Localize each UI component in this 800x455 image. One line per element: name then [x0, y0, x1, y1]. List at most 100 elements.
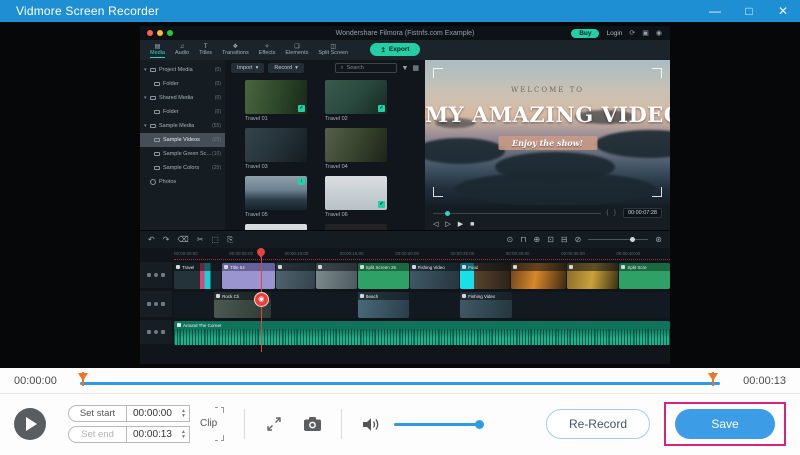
checked-badge-icon: ✓: [298, 105, 305, 112]
tab-label: Titles: [199, 50, 212, 57]
trim-start-handle[interactable]: [78, 373, 88, 381]
audio-clip-label: Around The Corner: [183, 323, 221, 328]
start-time-input[interactable]: 00:00:00 ▲▼: [126, 405, 190, 422]
checked-badge-icon: ✓: [378, 105, 385, 112]
filmora-tabs: ▤ Media ♫ Audio T Titles: [140, 44, 358, 60]
track-type-icon: [147, 330, 151, 334]
clip-label: Fishing Video: [468, 294, 495, 299]
tab-label: Audio: [175, 50, 189, 57]
filmora-tab: T Titles: [199, 44, 212, 60]
video-welcome-text: WELCOME TO: [425, 86, 670, 94]
minimize-button[interactable]: —: [698, 0, 732, 22]
filmora-tab: ❖ Transitions: [222, 44, 249, 60]
sidebar-item: Folder (0): [140, 77, 225, 91]
playback-controls-row: Set start 00:00:00 ▲▼ Set end 00:00:13 ▲…: [0, 394, 800, 454]
set-start-row: Set start 00:00:00 ▲▼: [68, 405, 190, 422]
recording-preview-area: Wondershare Filmora (Fistnfs.com Example…: [0, 22, 800, 368]
export-label: Export: [389, 46, 410, 53]
video-title-text: MY AMAZING VIDEO: [425, 102, 670, 127]
media-item: [325, 224, 387, 230]
timeline-clip: [567, 263, 618, 289]
sidebar-item: Photos: [140, 175, 225, 189]
trim-scrubber[interactable]: [80, 373, 720, 389]
tab-label: Elements: [285, 50, 308, 57]
media-item: [245, 224, 307, 230]
selection-corner-icon: [652, 68, 662, 78]
export-icon: ↥: [380, 46, 385, 54]
trim-end-handle[interactable]: [708, 373, 718, 381]
media-thumbnail: ✓: [325, 80, 387, 114]
item-count: (25): [212, 165, 221, 171]
recorded-filmora-window: Wondershare Filmora (Fistnfs.com Example…: [140, 26, 670, 364]
folder-icon: [154, 82, 160, 87]
timeline-clip: [276, 263, 316, 289]
sidebar-item: ▾ Project Media (0): [140, 63, 225, 77]
maximize-button[interactable]: □: [732, 0, 766, 22]
volume-slider[interactable]: [394, 423, 480, 426]
filmora-timeline: 00:00:00:0000:00:05:0000:00:10:0000:00:1…: [140, 248, 670, 364]
login-link: Login: [606, 30, 622, 37]
sidebar-item-label: Sample Videos: [163, 137, 200, 143]
folder-icon: [154, 138, 160, 143]
stepper-icons[interactable]: ▲▼: [181, 409, 186, 419]
filmora-tab: ✧ Effects: [259, 44, 276, 60]
marker-icon: ⊕: [533, 236, 540, 244]
timeline-clip: [316, 263, 356, 289]
clip-indicator: Clip: [200, 407, 226, 441]
filmora-title-bar: Wondershare Filmora (Fistnfs.com Example…: [140, 26, 670, 40]
ruler-timestamp: 00:00:25:00: [450, 251, 505, 256]
end-time-input[interactable]: 00:00:13 ▲▼: [126, 426, 190, 443]
play-button[interactable]: [14, 408, 46, 440]
checked-badge-icon: ✓: [378, 201, 385, 208]
sidebar-item-label: Folder: [163, 109, 179, 115]
title-bar: Vidmore Screen Recorder — □ ✕: [0, 0, 800, 22]
media-item-label: Travel 02: [325, 114, 387, 124]
stepper-icons[interactable]: ▲▼: [181, 430, 186, 440]
clip-label: Rock Cli: [222, 294, 239, 299]
media-item: ✓ Travel 02: [325, 80, 387, 124]
rerecord-button[interactable]: Re-Record: [546, 409, 650, 439]
record-dropdown: Record ▾: [268, 63, 304, 73]
screenshot-button[interactable]: [301, 413, 323, 435]
close-button[interactable]: ✕: [766, 0, 800, 22]
delete-icon: ⌫: [177, 236, 188, 244]
set-start-button[interactable]: Set start: [68, 405, 126, 422]
media-thumbnail: [245, 128, 307, 162]
lock-icon: [161, 302, 165, 306]
sidebar-item-label: Project Media: [159, 67, 193, 73]
clip-bracket-icon: [215, 407, 224, 413]
lock-icon: [161, 273, 165, 277]
folder-icon: [154, 110, 160, 115]
media-item-label: Travel 01: [245, 114, 307, 124]
window-controls: — □ ✕: [698, 0, 800, 22]
save-button[interactable]: Save: [675, 409, 775, 439]
scrubber-track[interactable]: [80, 382, 720, 385]
folder-icon: [150, 96, 156, 101]
volume-handle[interactable]: [475, 420, 484, 429]
set-end-button[interactable]: Set end: [68, 426, 126, 443]
volume-button[interactable]: [360, 413, 382, 435]
video-track-header: [140, 291, 172, 317]
media-item: Travel 04: [325, 128, 387, 172]
seek-handle: [445, 211, 450, 216]
chevron-down-icon: ▾: [256, 65, 259, 71]
camera-icon: [303, 416, 322, 432]
timeline-clip: Beach: [358, 292, 409, 318]
sidebar-item-label: Sample Green Scre...: [163, 151, 212, 157]
buy-button: Buy: [571, 29, 599, 38]
filmora-media-sidebar: ▾ Project Media (0) Folder (0): [140, 60, 225, 230]
folder-icon: [154, 152, 160, 157]
timeline-toolbar: ↶ ↷ ⌫ ✂ ⬚ ⎘ ⊙ ⊓ ⊕ ⊡ ⊟ ⊘ ⊛: [140, 230, 670, 248]
sidebar-item: Sample Green Scre... (10): [140, 147, 225, 161]
fullscreen-button[interactable]: [263, 413, 285, 435]
chevron-down-icon: ▾: [295, 65, 298, 71]
media-item: ✓ Travel 01: [245, 80, 307, 124]
media-item: Travel 03: [245, 128, 307, 172]
filmora-tab: ▤ Media: [150, 44, 165, 60]
record-marker-icon: ◉: [254, 292, 269, 307]
download-badge-icon: ↓: [298, 178, 305, 185]
snap-icon: ⊡: [547, 236, 554, 244]
filmora-tab: ❑ Elements: [285, 44, 308, 60]
audio-track: Around The Corner: [174, 321, 670, 345]
item-count: (25): [212, 137, 221, 143]
